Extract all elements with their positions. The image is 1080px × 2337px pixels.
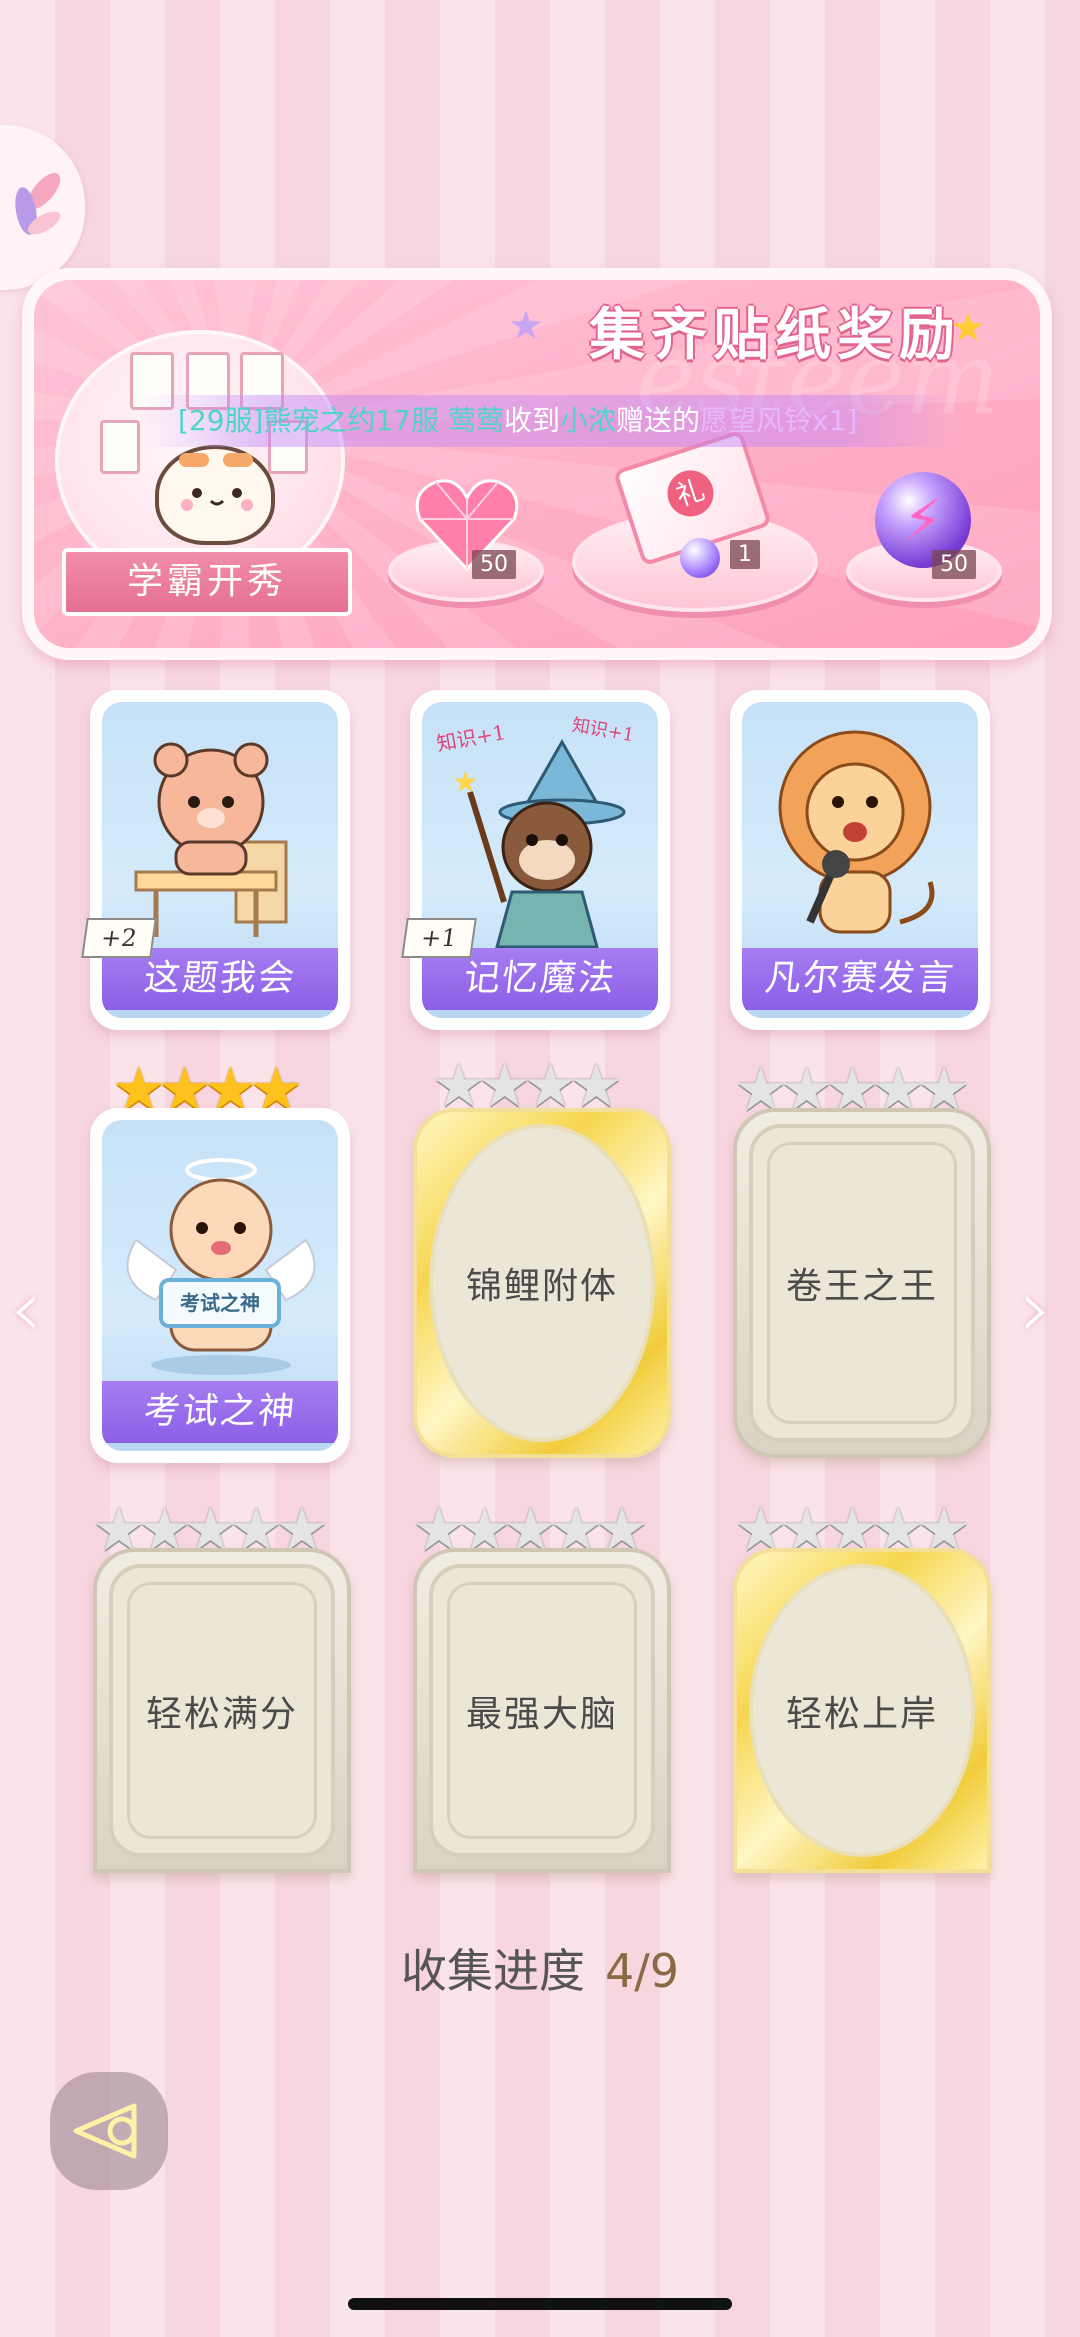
marquee-gifted: 赠送的 [616,404,701,437]
gift-broadcast-marquee: [29服]熊宠之约17服 莺莺收到小浓赠送的愿望风铃x1] [140,395,960,447]
card-title: 卷王之王 [785,1266,938,1307]
card-title: 凡尔赛发言 [742,948,978,1010]
marquee-received: 收到 [504,404,561,437]
marquee-receiver: 小浓 [560,404,617,437]
marquee-server: [29服] [178,404,264,437]
angel-cat-icon: 考试之神 [126,1158,316,1375]
svg-text:★: ★ [452,765,479,800]
sticker-card[interactable]: 考试之神 考试之神 [90,1108,350,1463]
next-page-arrow[interactable]: › [1020,1262,1052,1355]
purple-bead-icon [680,538,720,578]
card-sign-text: 考试之神 [180,1291,260,1315]
reward-count: 50 [472,550,516,579]
marquee-item: 愿望风铃x1] [700,404,858,437]
bear-at-desk-icon [134,742,288,937]
locked-sticker-card[interactable]: 轻松上岸 [733,1548,991,1873]
progress-value: 4/9 [604,1944,680,1998]
reward-count: 1 [730,540,760,569]
sticker-card[interactable]: 知识+1 知识+1 ★ 记忆魔法 +1 [401,690,670,1030]
marquee-sender: 熊宠之约17服 莺莺 [263,404,505,437]
star-icon: ★ [508,303,544,349]
lion-microphone-icon [778,730,935,934]
locked-sticker-card[interactable]: 卷王之王 [733,1108,991,1458]
progress-label: 收集进度 [400,1944,585,1998]
card-star-rating: ★★★★ [432,1051,623,1121]
menu-button[interactable] [0,125,85,290]
star-icon: ★ [950,305,986,351]
collection-progress: 收集进度 4/9 [0,1935,1080,2001]
card-title: 轻松满分 [145,1693,298,1735]
locked-sticker-card[interactable]: 最强大脑 [413,1548,671,1873]
sticker-card[interactable]: 凡尔赛发言 [730,690,990,1030]
card-title: 轻松上岸 [785,1693,938,1735]
card-title: 锦鲤附体 [465,1266,618,1307]
paper-icon [100,420,140,474]
locked-sticker-card[interactable]: 轻松满分 [93,1548,351,1873]
bonus-tag: +2 [81,918,157,958]
back-button[interactable] [50,2072,168,2190]
card-title: 考试之神 [102,1381,338,1443]
event-label: 学霸开秀 [62,548,352,616]
menu-petal-icon [15,172,61,235]
home-indicator[interactable] [348,2298,732,2310]
bonus-tag: +1 [401,918,477,958]
banner-title: 集齐贴纸奖励 [589,302,961,368]
prev-page-arrow[interactable]: ‹ [10,1262,42,1355]
sticker-card[interactable]: 这题我会 +2 [81,690,350,1030]
reward-count: 50 [932,550,976,579]
cat-mascot-icon [155,445,275,545]
locked-sticker-card[interactable]: 锦鲤附体 [413,1108,671,1458]
card-title: 最强大脑 [465,1693,618,1735]
back-arrow-icon [73,2103,137,2159]
